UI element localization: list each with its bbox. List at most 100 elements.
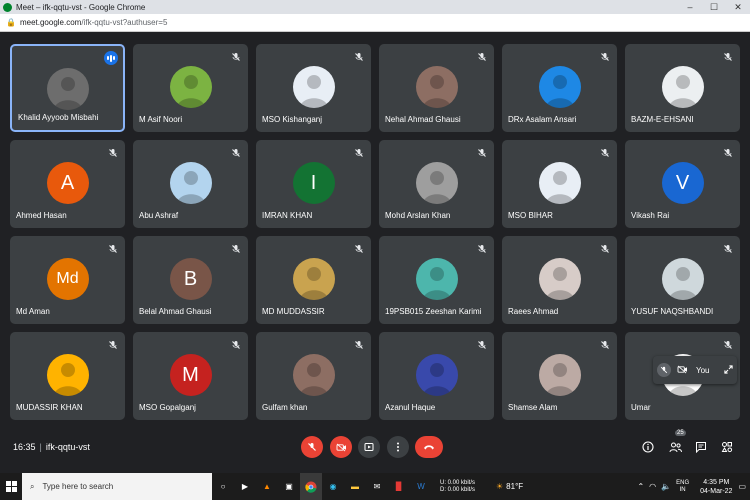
participant-avatar: Md: [46, 258, 89, 300]
mic-off-icon: [355, 149, 363, 157]
participant-name: MUDASSIR KHAN: [16, 403, 83, 412]
start-button[interactable]: [0, 481, 22, 492]
mic-off-icon: [232, 149, 240, 157]
participant-tile[interactable]: B Belal Ahmad Ghausi: [133, 236, 248, 324]
participant-avatar: [292, 66, 335, 108]
lock-icon[interactable]: 🔒: [6, 18, 16, 27]
vlc-icon[interactable]: ▲: [256, 473, 278, 500]
profile-photo-icon: [545, 75, 574, 108]
system-tray: ⌃ ◠ 🔈 ENG IN 4:35 PM 04-Mar-22 ▭: [637, 478, 750, 496]
network-speed: U: 0.00 kbit/s D: 0.00 kbit/s: [440, 480, 480, 494]
media-player-icon[interactable]: ▶: [234, 473, 256, 500]
participant-tile[interactable]: I IMRAN KHAN: [256, 140, 371, 228]
self-view[interactable]: You: [653, 356, 737, 384]
language-indicator[interactable]: ENG IN: [676, 480, 689, 494]
participant-tile[interactable]: Abu Ashraf: [133, 140, 248, 228]
chat-button[interactable]: [693, 439, 709, 455]
participant-avatar: V: [661, 162, 704, 204]
participant-tile[interactable]: Khalid Ayyoob Misbahi: [10, 44, 125, 132]
participant-name: MD MUDDASSIR: [262, 307, 325, 316]
mic-off-icon: [601, 149, 609, 157]
profile-photo-icon: [299, 75, 328, 108]
participant-tile[interactable]: Azanul Haque: [379, 332, 494, 420]
store-icon[interactable]: ▣: [278, 473, 300, 500]
mail-icon[interactable]: ✉: [366, 473, 388, 500]
people-icon: [669, 442, 682, 452]
close-icon[interactable]: ✕: [726, 2, 750, 13]
clock-time: 4:35 PM: [703, 478, 730, 486]
participant-tile[interactable]: Gulfam khan: [256, 332, 371, 420]
participant-avatar: [415, 354, 458, 396]
present-screen-button[interactable]: [358, 436, 380, 458]
speaking-indicator-icon: [104, 51, 118, 65]
participant-tile[interactable]: MSO Kishanganj: [256, 44, 371, 132]
participant-name: MSO Gopalganj: [139, 403, 196, 412]
file-explorer-icon[interactable]: ▬: [344, 473, 366, 500]
participant-name: 19PSB015 Zeeshan Karimi: [385, 307, 482, 316]
participant-name: Mohd Arslan Khan: [385, 211, 451, 220]
leave-call-button[interactable]: [415, 436, 443, 458]
show-everyone-button[interactable]: [667, 439, 683, 455]
activities-button[interactable]: [719, 439, 735, 455]
weather-widget[interactable]: ☀ 81°F: [496, 482, 523, 491]
mic-off-icon: [232, 245, 240, 253]
mic-off-icon: [724, 341, 732, 349]
profile-photo-icon: [545, 363, 574, 396]
participant-tile[interactable]: Mohd Arslan Khan: [379, 140, 494, 228]
profile-photo-icon: [176, 75, 205, 108]
profile-photo-icon: [422, 75, 451, 108]
participant-avatar: [538, 258, 581, 300]
participant-tile[interactable]: Nehal Ahmad Ghausi: [379, 44, 494, 132]
participant-tile[interactable]: A Ahmed Hasan: [10, 140, 125, 228]
meeting-details-button[interactable]: [640, 439, 656, 455]
profile-photo-icon: [299, 363, 328, 396]
more-vert-icon: [397, 442, 399, 452]
more-options-button[interactable]: [387, 436, 409, 458]
chevron-up-icon[interactable]: ⌃: [637, 482, 644, 491]
minimize-icon[interactable]: –: [678, 2, 702, 13]
participant-tile[interactable]: Raees Ahmad: [502, 236, 617, 324]
participant-name: Vikash Rai: [631, 211, 670, 220]
maximize-icon[interactable]: ☐: [702, 2, 726, 13]
participant-tile[interactable]: YUSUF NAQSHBANDI: [625, 236, 740, 324]
participant-avatar: [538, 66, 581, 108]
toggle-mic-button[interactable]: [301, 436, 323, 458]
participant-name: IMRAN KHAN: [262, 211, 313, 220]
participant-tile[interactable]: BAZM-E-EHSANI: [625, 44, 740, 132]
word-icon[interactable]: W: [410, 473, 432, 500]
participant-tile[interactable]: 19PSB015 Zeeshan Karimi: [379, 236, 494, 324]
mic-off-icon: [478, 149, 486, 157]
participant-avatar: M: [169, 354, 212, 396]
participant-tile[interactable]: Md Md Aman: [10, 236, 125, 324]
participant-avatar: [292, 354, 335, 396]
mic-off-icon: [724, 53, 732, 61]
clock-date: 04-Mar-22: [700, 487, 733, 495]
window-title: Meet – ifk-qqtu-vst - Google Chrome: [16, 2, 146, 12]
edge-icon[interactable]: ◉: [322, 473, 344, 500]
participant-tile[interactable]: V Vikash Rai: [625, 140, 740, 228]
profile-photo-icon: [299, 267, 328, 300]
pdf-reader-icon[interactable]: ▉: [388, 473, 410, 500]
participant-tile[interactable]: Shamse Alam: [502, 332, 617, 420]
participant-tile[interactable]: MSO BIHAR: [502, 140, 617, 228]
participant-avatar: [538, 162, 581, 204]
participant-tile[interactable]: DRx Asalam Ansari: [502, 44, 617, 132]
participant-tile[interactable]: M Asif Noori: [133, 44, 248, 132]
mic-off-icon: [724, 245, 732, 253]
volume-icon[interactable]: 🔈: [661, 482, 671, 491]
taskbar-search-box[interactable]: ⌕ Type here to search: [22, 473, 212, 500]
participant-tile[interactable]: MUDASSIR KHAN: [10, 332, 125, 420]
participant-tile[interactable]: M MSO Gopalganj: [133, 332, 248, 420]
participant-name: Abu Ashraf: [139, 211, 179, 220]
toggle-camera-button[interactable]: [330, 436, 352, 458]
participant-tile[interactable]: MD MUDDASSIR: [256, 236, 371, 324]
expand-icon[interactable]: [723, 364, 733, 376]
task-view-icon[interactable]: ○: [212, 473, 234, 500]
wifi-icon[interactable]: ◠: [649, 482, 656, 491]
chrome-icon[interactable]: [300, 473, 322, 500]
notifications-icon[interactable]: ▭: [738, 482, 746, 491]
profile-photo-icon: [545, 171, 574, 204]
system-clock[interactable]: 4:35 PM 04-Mar-22: [700, 478, 732, 496]
participant-avatar: A: [46, 162, 89, 204]
address-bar[interactable]: 🔒 meet.google.com /ifk-qqtu-vst?authuser…: [0, 14, 750, 32]
